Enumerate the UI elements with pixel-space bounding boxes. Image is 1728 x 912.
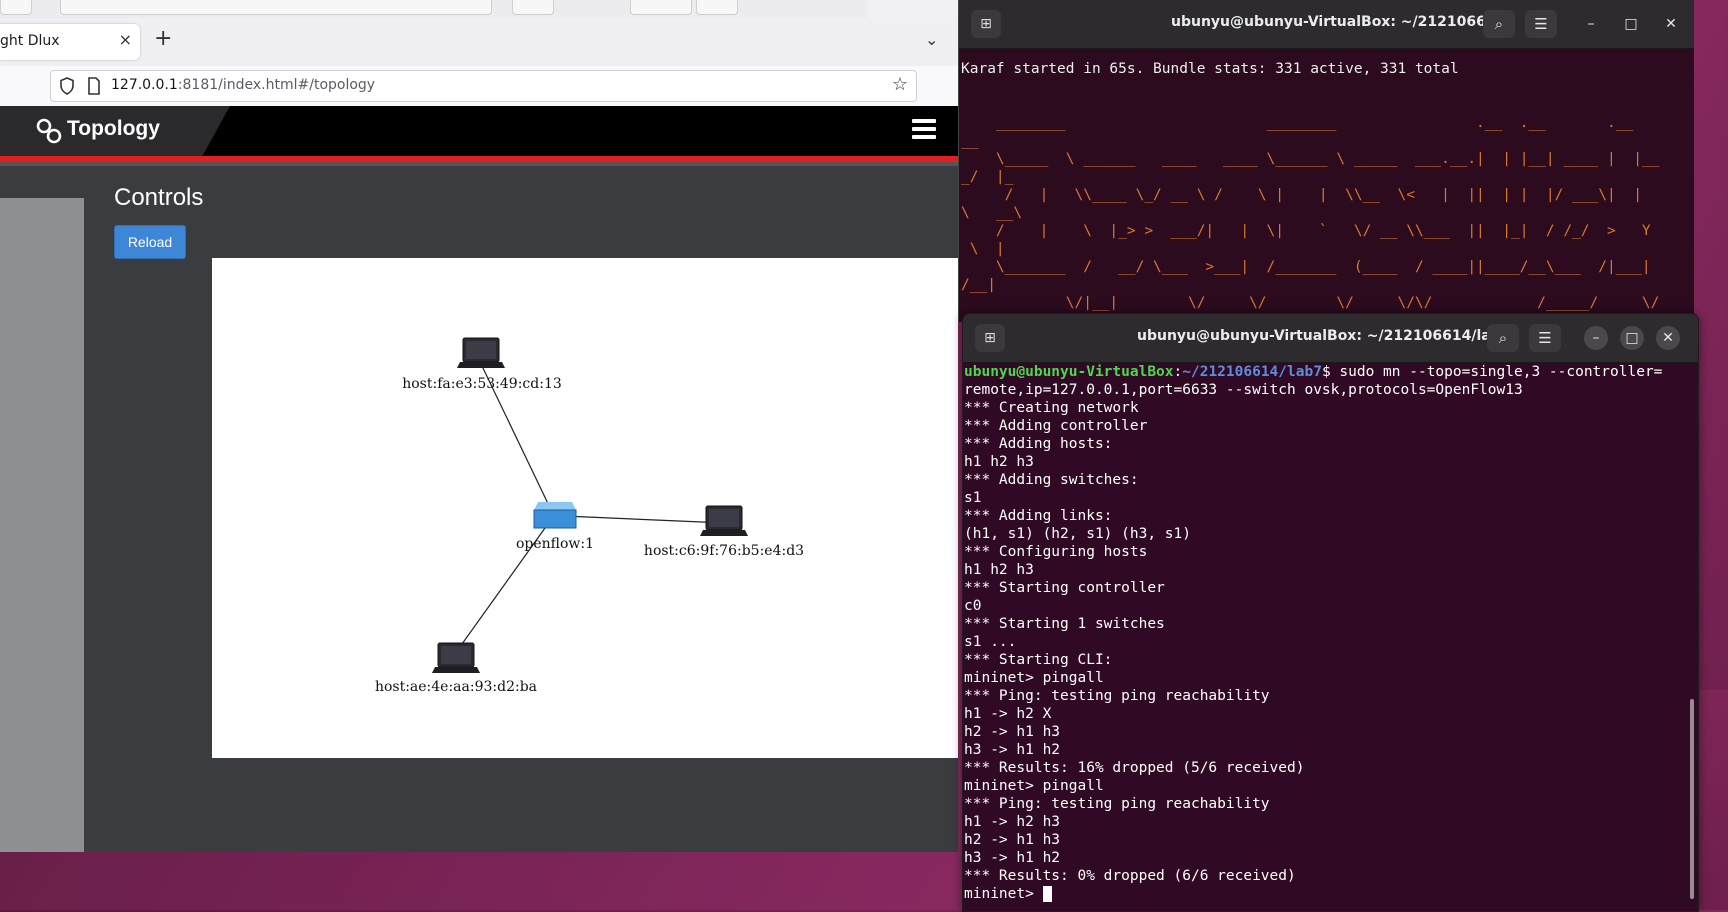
output-line: h3 -> h1 h2: [964, 850, 1061, 866]
new-tab-button[interactable]: +: [154, 28, 172, 50]
app-header: Topology: [0, 106, 958, 156]
command-line: ubunyu@ubunyu-VirtualBox:~/212106614/lab…: [964, 364, 1663, 380]
output-line: h1 h2 h3: [964, 454, 1034, 470]
ascii-banner: ________ ________ .__ .__ .__ __ \_____ \…: [961, 114, 1659, 312]
host-label: host:c6:9f:76:b5:e4:d3: [644, 543, 804, 559]
terminal-output: Karaf started in 65s. Bundle stats: 331 …: [961, 60, 1659, 312]
terminal-title: ubunyu@ubunyu-VirtualBox: ~/212106614: [1171, 14, 1506, 30]
search-icon[interactable]: ⌕: [1483, 10, 1515, 38]
minimize-icon[interactable]: –: [1579, 12, 1603, 36]
output-line: *** Adding switches:: [964, 472, 1139, 488]
hamburger-menu-icon[interactable]: ☰: [1529, 324, 1561, 352]
output-line: mininet> pingall: [964, 670, 1104, 686]
list-tabs-icon[interactable]: ⌄: [925, 30, 938, 49]
karaf-status-line: Karaf started in 65s. Bundle stats: 331 …: [961, 61, 1459, 77]
background-window-strip: [0, 0, 866, 19]
output-line: h2 -> h1 h3: [964, 724, 1061, 740]
mininet-terminal[interactable]: ⊞ ubunyu@ubunyu-VirtualBox: ~/212106614/…: [962, 313, 1699, 912]
ascii-line: \/|__| \/ \/ \/ \/\/ /_____/ \/: [961, 295, 1660, 311]
output-line: h3 -> h1 h2: [964, 742, 1061, 758]
ascii-line: / | \\____ \_/ __ \ / \ | | \\__ \< | ||…: [961, 187, 1642, 203]
close-icon[interactable]: ✕: [1659, 12, 1683, 36]
link-sw-h2: [563, 515, 726, 524]
browser-window: ght Dlux × + ⌄ 127.0.0.1:8181/index.html…: [0, 0, 958, 852]
dlux-page: Topology Controls Reload host:fa:e3:53:4…: [0, 106, 958, 852]
tab-bar: ght Dlux × + ⌄: [0, 18, 958, 66]
switch-node[interactable]: [533, 502, 577, 529]
output-line: s1: [964, 490, 982, 506]
search-icon[interactable]: ⌕: [1487, 324, 1519, 352]
ascii-line: _/ |_: [961, 169, 1014, 185]
menu-icon[interactable]: [912, 119, 936, 141]
minimize-icon[interactable]: –: [1584, 326, 1608, 350]
terminal-titlebar: ⊞ ubunyu@ubunyu-VirtualBox: ~/212106614 …: [959, 0, 1694, 49]
tab-topology[interactable]: ght Dlux ×: [0, 24, 140, 60]
close-icon[interactable]: ✕: [1656, 326, 1680, 350]
active-prompt[interactable]: mininet>: [964, 885, 1662, 903]
output-line: *** Adding hosts:: [964, 436, 1113, 452]
host-label: host:ae:4e:aa:93:d2:ba: [375, 679, 537, 695]
ascii-line: / | \ |_> > ___/| | \| ` \/ __ \\___ || …: [961, 223, 1651, 239]
terminal-title: ubunyu@ubunyu-VirtualBox: ~/212106614/la…: [1137, 328, 1511, 344]
ascii-line: \ __\: [961, 205, 1023, 221]
output-line: *** Configuring hosts: [964, 544, 1148, 560]
output-line: h1 -> h2 X: [964, 706, 1052, 722]
output-line: h1 -> h2 h3: [964, 814, 1061, 830]
ascii-line: ________ ________ .__ .__ .__: [961, 115, 1634, 131]
url-text: 127.0.0.1:8181/index.html#/topology: [111, 77, 376, 93]
output-line: *** Adding links:: [964, 508, 1113, 524]
output-line: h1 h2 h3: [964, 562, 1034, 578]
command-continuation: remote,ip=127.0.0.1,port=6633 --switch o…: [964, 382, 1523, 398]
ascii-line: \_______ / __/ \___ >___| /_______ (____…: [961, 259, 1651, 275]
tab-close-icon[interactable]: ×: [119, 30, 132, 49]
output-line: (h1, s1) (h2, s1) (h3, s1): [964, 526, 1191, 542]
host-node[interactable]: [700, 505, 748, 536]
maximize-icon[interactable]: □: [1620, 326, 1644, 350]
host-node[interactable]: [457, 337, 505, 368]
maximize-icon[interactable]: □: [1619, 12, 1643, 36]
host-node[interactable]: [432, 642, 480, 673]
output-line: *** Starting 1 switches: [964, 616, 1165, 632]
tab-title: ght Dlux: [0, 33, 60, 49]
bookmark-star-icon[interactable]: ☆: [892, 74, 908, 95]
shield-icon[interactable]: [59, 77, 75, 95]
ascii-line: \_____ \ ______ ____ ____ \______ \ ____…: [961, 151, 1660, 167]
scrollbar[interactable]: [1690, 699, 1694, 899]
address-bar[interactable]: 127.0.0.1:8181/index.html#/topology ☆: [50, 70, 917, 102]
terminal-output: ubunyu@ubunyu-VirtualBox:~/212106614/lab…: [964, 363, 1662, 903]
output-line: *** Creating network: [964, 400, 1139, 416]
new-tab-icon[interactable]: ⊞: [975, 324, 1005, 352]
karaf-terminal[interactable]: ⊞ ubunyu@ubunyu-VirtualBox: ~/212106614 …: [958, 0, 1694, 322]
output-line: *** Ping: testing ping reachability: [964, 688, 1270, 704]
topology-logo-icon: [36, 118, 62, 144]
terminal-titlebar: ⊞ ubunyu@ubunyu-VirtualBox: ~/212106614/…: [963, 314, 1698, 363]
page-title: Topology: [67, 117, 160, 140]
mininet-output: *** Creating network *** Adding controlle…: [964, 399, 1662, 885]
topology-canvas[interactable]: host:fa:e3:53:49:cd:13 openflow:1 host:c…: [212, 258, 958, 758]
output-line: *** Results: 0% dropped (6/6 received): [964, 868, 1296, 884]
ascii-line: __: [961, 133, 979, 149]
side-panel: [0, 198, 84, 852]
output-line: *** Starting controller: [964, 580, 1165, 596]
controls-heading: Controls: [114, 184, 204, 211]
output-line: *** Ping: testing ping reachability: [964, 796, 1270, 812]
reload-button[interactable]: Reload: [114, 225, 186, 259]
text-cursor: [1042, 886, 1052, 902]
page-icon[interactable]: [87, 77, 101, 95]
output-line: s1 ...: [964, 634, 1017, 650]
output-line: mininet> pingall: [964, 778, 1104, 794]
new-tab-icon[interactable]: ⊞: [971, 10, 1001, 38]
output-line: c0: [964, 598, 982, 614]
switch-label: openflow:1: [516, 536, 594, 552]
ascii-line: /__|: [961, 277, 996, 293]
navigation-toolbar: 127.0.0.1:8181/index.html#/topology ☆: [0, 66, 958, 107]
output-line: *** Adding controller: [964, 418, 1148, 434]
host-label: host:fa:e3:53:49:cd:13: [402, 376, 562, 392]
output-line: h2 -> h1 h3: [964, 832, 1061, 848]
output-line: *** Results: 16% dropped (5/6 received): [964, 760, 1305, 776]
ascii-line: \ |: [961, 241, 1005, 257]
hamburger-menu-icon[interactable]: ☰: [1525, 10, 1557, 38]
output-line: *** Starting CLI:: [964, 652, 1113, 668]
